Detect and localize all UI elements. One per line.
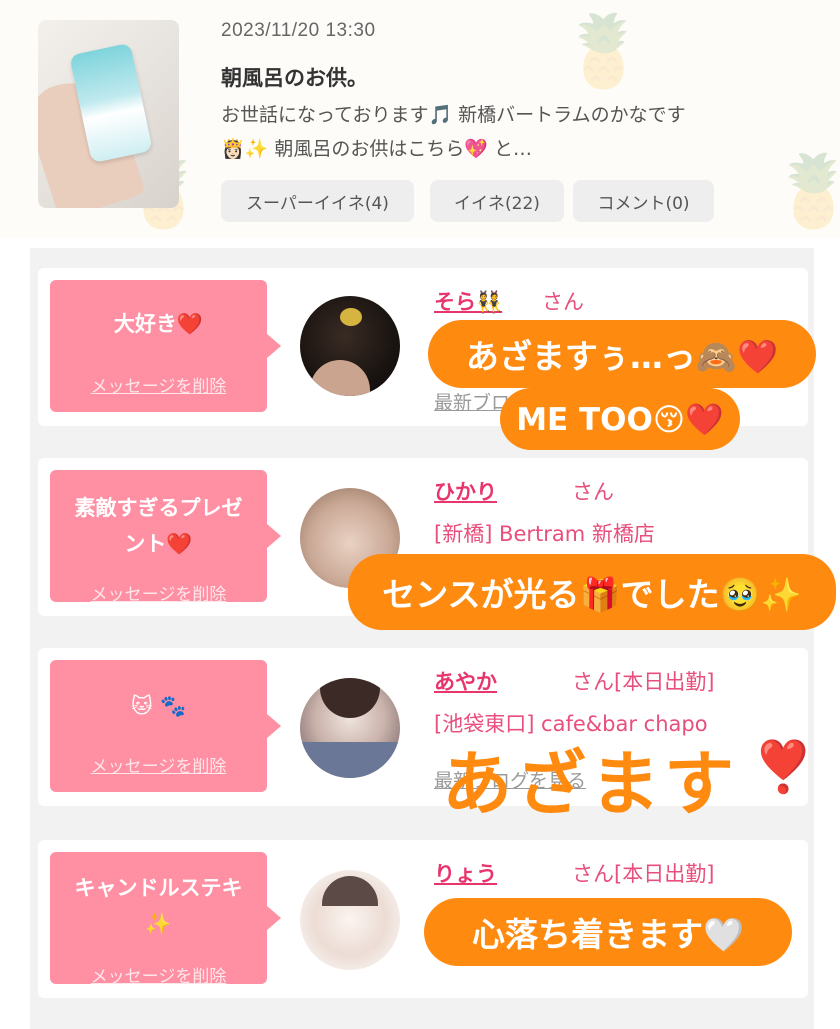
post-header: 🍍 🍍 🍍 2023/11/20 13:30 朝風呂のお供。 お世話になっており… xyxy=(0,0,840,238)
avatar[interactable] xyxy=(300,870,400,970)
message-bubble: 🐱 🐾 メッセージを削除 xyxy=(50,660,281,792)
honorific-status: さん[本日出勤] xyxy=(572,862,715,886)
delete-message-link[interactable]: メッセージを削除 xyxy=(50,580,267,605)
post-title[interactable]: 朝風呂のお供。 xyxy=(221,62,368,92)
post-thumbnail[interactable] xyxy=(38,20,179,208)
delete-message-link[interactable]: メッセージを削除 xyxy=(50,962,267,987)
pineapple-bg-icon: 🍍 xyxy=(560,10,648,92)
user-name-link[interactable]: ひかり xyxy=(434,476,497,506)
avatar[interactable] xyxy=(300,296,400,396)
message-text: 🐱 🐾 xyxy=(130,694,187,718)
super-like-button[interactable]: スーパーイイネ(4) xyxy=(221,180,414,222)
honorific: さん xyxy=(542,290,584,314)
message-bubble: キャンドルステキ ✨ メッセージを削除 xyxy=(50,852,281,987)
sticker-text: ME TOO😚❤️ xyxy=(500,388,740,450)
honorific: さん xyxy=(572,480,614,504)
message-bubble: 大好き❤️ メッセージを削除 xyxy=(50,280,281,412)
sticker-text: センスが光る🎁でした🥹✨ xyxy=(348,554,836,630)
avatar[interactable] xyxy=(300,678,400,778)
sticker-text: あざますぅ…っ🙈❤️ xyxy=(428,320,816,388)
sticker-large-text: あざます xyxy=(442,743,738,825)
excerpt-line: お世話になっております🎵 新橋バートラムのかなです xyxy=(221,104,686,126)
honorific-status: さん[本日出勤] xyxy=(572,670,715,694)
message-text-line2: ✨ xyxy=(145,912,172,936)
user-name-link[interactable]: りょう xyxy=(434,858,497,888)
excerpt-line: 👸🏻✨ 朝風呂のお供はこちら💖 と… xyxy=(221,138,533,160)
post-date: 2023/11/20 13:30 xyxy=(221,20,376,41)
delete-message-link[interactable]: メッセージを削除 xyxy=(50,372,267,397)
comment-button[interactable]: コメント(0) xyxy=(573,180,714,222)
user-name-link[interactable]: そら👯 xyxy=(434,286,502,316)
message-bubble: 素敵すぎるプレゼ ント❤️ メッセージを削除 xyxy=(50,470,281,605)
delete-message-link[interactable]: メッセージを削除 xyxy=(50,752,267,777)
sticker-text: 心落ち着きます🤍 xyxy=(424,898,792,966)
user-name-link[interactable]: あやか xyxy=(434,666,497,696)
message-text: 大好き❤️ xyxy=(113,312,204,336)
message-text: 素敵すぎるプレゼ xyxy=(74,496,243,520)
heart-exclamation-icon: ❣️ xyxy=(752,738,815,796)
like-button[interactable]: イイネ(22) xyxy=(430,180,564,222)
post-excerpt: お世話になっております🎵 新橋バートラムのかなです 👸🏻✨ 朝風呂のお供はこちら… xyxy=(221,98,821,166)
message-text-line2: ント❤️ xyxy=(124,532,193,556)
shop-name[interactable]: [新橋] Bertram 新橋店 xyxy=(434,518,655,548)
message-text: キャンドルステキ xyxy=(74,876,243,900)
